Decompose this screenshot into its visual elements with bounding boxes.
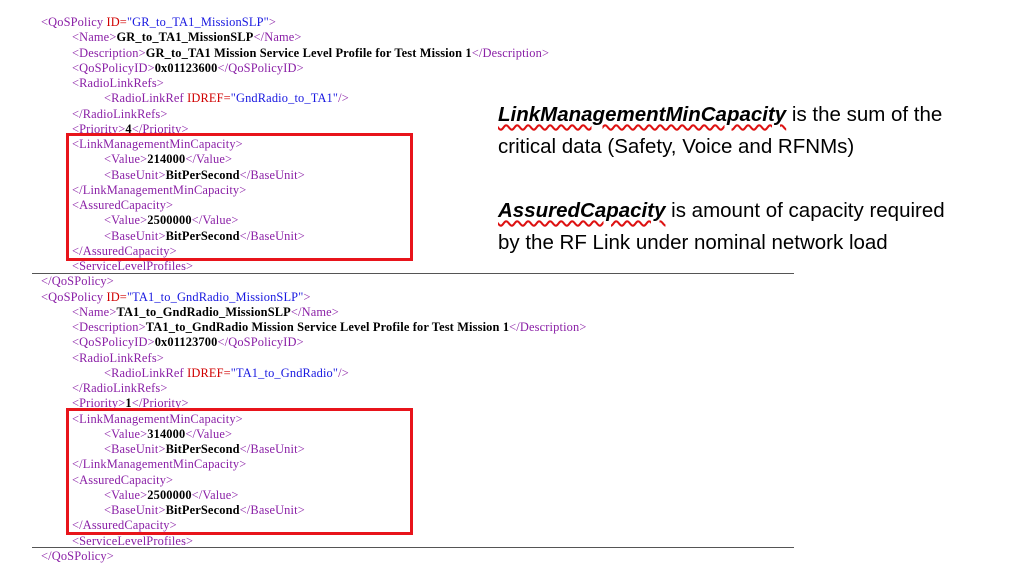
xml-tag-token: <RadioLinkRef (104, 365, 188, 380)
policy-separator-1 (32, 273, 794, 274)
xml-tag-token: /> (338, 365, 349, 380)
xml-tag-token: </RadioLinkRefs> (72, 381, 168, 395)
xml-tag-token: </QoSPolicyID> (217, 335, 304, 350)
xml-attr-token: IDREF= (187, 91, 231, 106)
assured-desc-1: is amount of capacity required (665, 199, 945, 222)
link-term: LinkManagementMinCapacity (498, 103, 787, 126)
xml-txt-token: GR_to_TA1_MissionSLP (116, 30, 254, 45)
xml-line: <QoSPolicy ID="GR_to_TA1_MissionSLP"> (41, 15, 276, 30)
xml-txt-token: 0x01123700 (154, 335, 218, 350)
xml-tag-token: <RadioLinkRefs> (72, 76, 164, 90)
xml-tag-token: <Name> (72, 304, 117, 319)
xml-tag-token: > (303, 289, 311, 304)
xml-aval-token: "TA1_to_GndRadio_MissionSLP" (126, 289, 304, 304)
xml-aval-token: "GndRadio_to_TA1" (230, 91, 339, 106)
xml-line: </QoSPolicy> (41, 274, 114, 289)
xml-tag-token: /> (338, 91, 349, 106)
link-desc-1: is the sum of the (786, 103, 943, 126)
xml-line: <RadioLinkRefs> (72, 351, 164, 366)
highlight-box-policy-1 (66, 133, 413, 261)
xml-txt-token: GR_to_TA1 Mission Service Level Profile … (145, 45, 472, 60)
xml-tag-token: <ServiceLevelProfiles> (72, 533, 194, 548)
xml-tag-token: </QoSPolicy> (41, 274, 114, 289)
policy-separator-2 (32, 547, 794, 548)
xml-line: <Description>GR_to_TA1 Mission Service L… (72, 46, 549, 61)
xml-line: <QoSPolicyID>0x01123600</QoSPolicyID> (72, 61, 304, 76)
xml-txt-token: TA1_to_GndRadio_MissionSLP (116, 304, 291, 319)
xml-tag-token: <QoSPolicy (41, 289, 107, 304)
xml-line: <RadioLinkRefs> (72, 76, 164, 91)
xml-tag-token: <QoSPolicyID> (72, 335, 155, 350)
xml-attr-token: ID= (106, 15, 127, 29)
xml-aval-token: "GR_to_TA1_MissionSLP" (126, 15, 269, 29)
xml-tag-token: </RadioLinkRefs> (72, 106, 168, 121)
xml-line: </RadioLinkRefs> (72, 107, 168, 122)
xml-line: <Name>GR_to_TA1_MissionSLP</Name> (72, 30, 302, 45)
xml-tag-token: <Description> (72, 45, 146, 60)
xml-tag-token: <RadioLinkRefs> (72, 350, 164, 365)
xml-line: </QoSPolicy> (41, 549, 114, 564)
note-link-line-1: LinkManagementMinCapacity is the sum of … (498, 99, 1027, 131)
xml-line: <Description>TA1_to_GndRadio Mission Ser… (72, 320, 587, 335)
note-assured-line-1: AssuredCapacity is amount of capacity re… (498, 195, 1027, 227)
xml-attr-token: IDREF= (187, 365, 231, 380)
xml-tag-token: <Name> (72, 30, 117, 45)
xml-line: <ServiceLevelProfiles> (72, 259, 193, 274)
xml-line: <QoSPolicyID>0x01123700</QoSPolicyID> (72, 335, 304, 350)
xml-tag-token: </QoSPolicyID> (217, 60, 304, 75)
xml-tag-token: </QoSPolicy> (41, 548, 114, 563)
xml-tag-token: <RadioLinkRef (104, 91, 188, 106)
xml-tag-token: </Description> (471, 45, 550, 60)
highlight-box-policy-2 (66, 408, 413, 535)
xml-tag-token: > (268, 15, 276, 29)
xml-txt-token: 0x01123600 (154, 60, 218, 75)
xml-line: </RadioLinkRefs> (72, 381, 168, 396)
xml-txt-token: TA1_to_GndRadio Mission Service Level Pr… (145, 320, 510, 334)
xml-tag-token: </Name> (290, 304, 339, 319)
xml-line: <Name>TA1_to_GndRadio_MissionSLP</Name> (72, 305, 339, 320)
xml-tag-token: <ServiceLevelProfiles> (72, 259, 194, 273)
xml-line: <RadioLinkRef IDREF="TA1_to_GndRadio"/> (104, 366, 349, 381)
xml-attr-token: ID= (106, 289, 127, 304)
note-link-management: LinkManagementMinCapacity is the sum of … (498, 99, 1027, 163)
xml-tag-token: <QoSPolicy (41, 15, 107, 29)
note-link-line-2: critical data (Safety, Voice and RFNMs) (498, 135, 855, 158)
note-assured-capacity: AssuredCapacity is amount of capacity re… (498, 195, 1027, 259)
xml-tag-token: </Name> (253, 30, 302, 45)
assured-term: AssuredCapacity (498, 199, 666, 222)
xml-line: <QoSPolicy ID="TA1_to_GndRadio_MissionSL… (41, 290, 311, 305)
xml-line: <RadioLinkRef IDREF="GndRadio_to_TA1"/> (104, 91, 349, 106)
xml-tag-token: <Description> (72, 320, 146, 334)
xml-aval-token: "TA1_to_GndRadio" (230, 365, 339, 380)
xml-tag-token: <QoSPolicyID> (72, 60, 155, 75)
xml-tag-token: </Description> (509, 320, 587, 334)
note-assured-line-2: by the RF Link under nominal network loa… (498, 231, 888, 254)
